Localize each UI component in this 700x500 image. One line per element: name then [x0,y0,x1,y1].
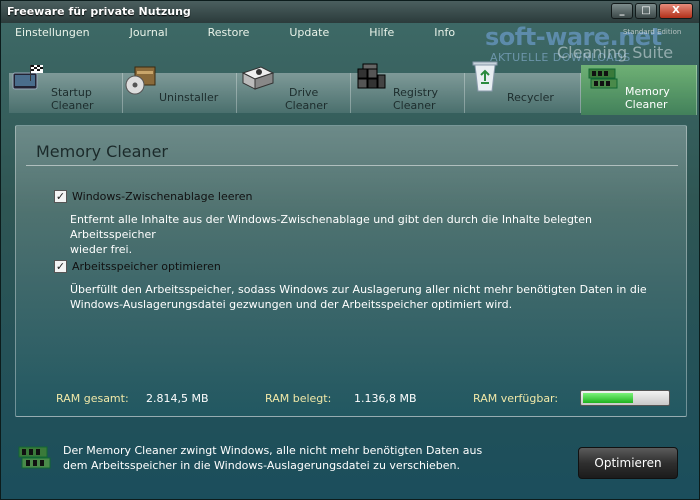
tab-label-line2: Cleaner [625,98,668,111]
menu-einstellungen[interactable]: Einstellungen [15,26,90,39]
memory-icon [587,65,619,98]
ram-total-value: 2.814,5 MB [146,392,209,405]
ram-stats: RAM gesamt: 2.814,5 MB RAM belegt: 1.136… [56,388,676,408]
app-window: Freeware für private Nutzung _ □ X Einst… [0,0,700,500]
memory-icon [17,441,53,473]
clear-clipboard-description: Entfernt alle Inhalte aus der Windows-Zw… [70,212,660,257]
uninstaller-icon [125,65,159,100]
footer-line: dem Arbeitsspeicher in die Windows-Ausla… [63,459,461,472]
close-button[interactable]: X [659,3,693,19]
flag-icon [11,63,45,98]
menu-update[interactable]: Update [289,26,329,39]
tab-label-line1: Recycler [507,91,554,104]
optimize-memory-label[interactable]: Arbeitsspeicher optimieren [72,260,221,273]
tab-label-line2: Cleaner [285,99,328,112]
tab-label-line1: Startup [51,86,92,99]
ram-total-label: RAM gesamt: [56,392,129,405]
tab-label-line2: Cleaner [51,99,94,112]
module-toolbar: Startup Cleaner Uninstaller Drive Cleane… [5,59,697,115]
optimize-memory-checkbox[interactable]: ✓ [54,260,67,273]
description-line: Windows-Auslagerungsdatei gezwungen und … [70,298,513,311]
menu-info[interactable]: Info [434,26,455,39]
memory-cleaner-panel: Memory Cleaner ✓ Windows-Zwischenablage … [15,125,687,417]
tab-label-line2: Cleaner [393,99,436,112]
menu-hilfe[interactable]: Hilfe [369,26,394,39]
title-bar[interactable]: Freeware für private Nutzung _ □ X [1,1,699,23]
clear-clipboard-label[interactable]: Windows-Zwischenablage leeren [72,190,253,203]
optimize-memory-description: Überfüllt den Arbeitsspeicher, sodass Wi… [70,282,660,312]
tab-registry-cleaner[interactable]: Registry Cleaner [351,63,465,113]
tab-uninstaller[interactable]: Uninstaller [123,66,237,113]
menu-journal[interactable]: Journal [130,26,168,39]
footer-line: Der Memory Cleaner zwingt Windows, alle … [63,444,483,457]
drive-icon [239,63,275,98]
description-line: Entfernt alle Inhalte aus der Windows-Zw… [70,213,592,241]
tab-label-line1: Memory [625,85,670,98]
tab-drive-cleaner[interactable]: Drive Cleaner [237,66,351,113]
registry-icon [355,63,387,98]
panel-title: Memory Cleaner [36,142,168,161]
clear-clipboard-checkbox[interactable]: ✓ [54,190,67,203]
tab-label-line1: Uninstaller [159,91,219,104]
footer-bar: Der Memory Cleaner zwingt Windows, alle … [5,425,697,497]
ram-used-label: RAM belegt: [265,392,332,405]
description-line: wieder frei. [70,243,133,256]
description-line: Überfüllt den Arbeitsspeicher, sodass Wi… [70,283,647,296]
ram-free-bar-fill [583,393,634,403]
footer-description: Der Memory Cleaner zwingt Windows, alle … [63,443,483,473]
tab-startup-cleaner[interactable]: Startup Cleaner [9,65,123,113]
ram-free-label: RAM verfügbar: [473,392,559,405]
minimize-button[interactable]: _ [611,3,633,19]
tab-recycler[interactable]: Recycler [465,61,581,113]
window-title: Freeware für private Nutzung [7,5,191,18]
ram-used-value: 1.136,8 MB [354,392,417,405]
menu-bar: Einstellungen Journal Restore Update Hil… [15,26,495,39]
panel-header: Memory Cleaner [26,136,678,166]
tab-memory-cleaner[interactable]: Memory Cleaner [581,65,697,115]
tab-label-line1: Drive [289,86,319,99]
window-controls: _ □ X [611,3,693,19]
maximize-button[interactable]: □ [635,3,657,19]
recycle-icon [471,59,499,98]
brand-edition: Standard Edition [623,28,682,36]
optimize-button[interactable]: Optimieren [578,447,678,479]
ram-free-bar [580,390,670,406]
menu-restore[interactable]: Restore [208,26,250,39]
tab-label-line1: Registry [393,86,439,99]
